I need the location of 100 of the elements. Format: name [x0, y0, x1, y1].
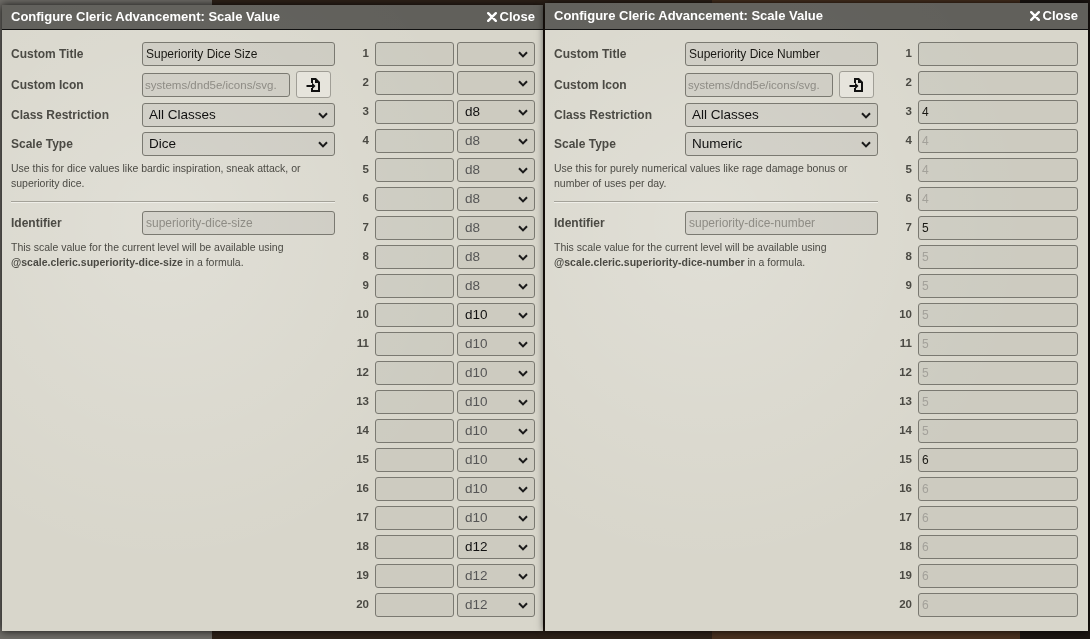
die-size-dropdown[interactable]: d10	[457, 303, 535, 327]
dice-count-field[interactable]	[375, 535, 454, 559]
chevron-down-icon	[518, 601, 528, 609]
field-label: Custom Icon	[11, 76, 85, 94]
value-field[interactable]	[918, 71, 1078, 95]
value-field[interactable]: 6	[918, 448, 1078, 472]
dice-count-field[interactable]	[375, 332, 454, 356]
level-number: 10	[355, 307, 369, 323]
file-picker-button[interactable]	[839, 71, 874, 98]
value-field[interactable]: 5	[918, 216, 1078, 240]
dice-count-field[interactable]	[375, 477, 454, 501]
close-icon	[1029, 11, 1040, 21]
die-size-dropdown[interactable]: d10	[457, 477, 535, 501]
level-number: 9	[904, 278, 912, 294]
level-number: 12	[898, 365, 912, 381]
close-icon	[486, 12, 497, 22]
hint-text: This scale value for the current level will be available using @scale.cleric.superiority-dice-number in a formula.	[554, 240, 828, 270]
level-number: 4	[361, 133, 369, 149]
field-label: Custom Icon	[554, 76, 628, 94]
die-size-dropdown[interactable]	[457, 42, 535, 66]
dice-count-field[interactable]	[375, 187, 454, 211]
die-size-dropdown[interactable]: d8	[457, 245, 535, 269]
scale-type-dropdown[interactable]: Dice	[142, 132, 335, 156]
die-size-dropdown[interactable]: d10	[457, 390, 535, 414]
chevron-down-icon	[518, 108, 528, 116]
die-size-dropdown[interactable]: d10	[457, 361, 535, 385]
chevron-down-icon	[518, 485, 528, 493]
die-size-dropdown[interactable]: d8	[457, 129, 535, 153]
field-label: Custom Title	[554, 46, 628, 63]
level-number: 8	[904, 249, 912, 265]
die-size-dropdown[interactable]: d10	[457, 332, 535, 356]
level-number: 5	[904, 162, 912, 178]
dice-count-field[interactable]	[375, 593, 454, 617]
value-field[interactable]: 4	[918, 100, 1078, 124]
file-arrow-icon	[849, 76, 864, 93]
level-number: 2	[361, 75, 369, 91]
chevron-down-icon	[318, 140, 328, 148]
custom-title-field[interactable]: Superiority Dice Number	[685, 42, 878, 66]
chevron-down-icon	[518, 311, 528, 319]
level-number: 13	[898, 394, 912, 410]
level-number: 11	[898, 336, 912, 352]
die-size-dropdown[interactable]: d8	[457, 216, 535, 240]
dice-count-field[interactable]	[375, 361, 454, 385]
die-size-dropdown[interactable]: d12	[457, 535, 535, 559]
hint-text: Use this for purely numerical values like rage damage bonus or number of uses per day.	[554, 161, 849, 191]
identifier-field[interactable]: superiority-dice-size	[142, 211, 335, 235]
custom-title-field[interactable]: Superiority Dice Size	[142, 42, 335, 66]
chevron-down-icon	[518, 282, 528, 290]
class-restriction-dropdown[interactable]: All Classes	[142, 103, 335, 127]
die-size-dropdown[interactable]: d8	[457, 274, 535, 298]
dice-count-field[interactable]	[375, 448, 454, 472]
level-number: 6	[361, 191, 369, 207]
chevron-down-icon	[518, 224, 528, 232]
dice-count-field[interactable]	[375, 506, 454, 530]
close-button[interactable]: Close	[1029, 8, 1078, 24]
dice-count-field[interactable]	[375, 129, 454, 153]
level-number: 19	[355, 568, 369, 584]
custom-icon-field[interactable]: systems/dnd5e/icons/svg.	[142, 72, 290, 97]
file-picker-button[interactable]	[296, 71, 331, 98]
dice-count-field[interactable]	[375, 158, 454, 182]
level-number: 15	[355, 452, 369, 468]
field-label: Class Restriction	[554, 107, 654, 124]
dice-count-field[interactable]	[375, 564, 454, 588]
close-button[interactable]: Close	[486, 9, 535, 25]
level-number: 17	[355, 510, 369, 526]
scale-type-dropdown[interactable]: Numeric	[685, 132, 878, 156]
level-number: 12	[355, 365, 369, 381]
chevron-down-icon	[861, 111, 871, 119]
level-number: 17	[898, 510, 912, 526]
die-size-dropdown[interactable]: d10	[457, 419, 535, 443]
level-number: 4	[904, 133, 912, 149]
class-restriction-dropdown[interactable]: All Classes	[685, 103, 878, 127]
die-size-dropdown[interactable]: d8	[457, 187, 535, 211]
dice-count-field[interactable]	[375, 100, 454, 124]
die-size-dropdown[interactable]: d10	[457, 506, 535, 530]
field-label: Scale Type	[11, 136, 74, 153]
dice-count-field[interactable]	[375, 303, 454, 327]
die-size-dropdown[interactable]: d8	[457, 100, 535, 124]
dice-count-field[interactable]	[375, 245, 454, 269]
level-number: 16	[898, 481, 912, 497]
level-number: 7	[904, 220, 912, 236]
die-size-dropdown[interactable]: d12	[457, 564, 535, 588]
dice-count-field[interactable]	[375, 42, 454, 66]
die-size-dropdown[interactable]: d8	[457, 158, 535, 182]
level-number: 2	[904, 75, 912, 91]
dice-count-field[interactable]	[375, 274, 454, 298]
die-size-dropdown[interactable]: d10	[457, 448, 535, 472]
level-number: 6	[904, 191, 912, 207]
die-size-dropdown[interactable]: d12	[457, 593, 535, 617]
dice-count-field[interactable]	[375, 71, 454, 95]
hint-text: Use this for dice values like bardic inspiration, sneak attack, or superiority dice.	[11, 161, 302, 191]
chevron-down-icon	[518, 166, 528, 174]
value-field[interactable]	[918, 42, 1078, 66]
identifier-field[interactable]: superiority-dice-number	[685, 211, 878, 235]
dice-count-field[interactable]	[375, 419, 454, 443]
dice-count-field[interactable]	[375, 216, 454, 240]
chevron-down-icon	[518, 50, 528, 58]
die-size-dropdown[interactable]	[457, 71, 535, 95]
dice-count-field[interactable]	[375, 390, 454, 414]
custom-icon-field[interactable]: systems/dnd5e/icons/svg.	[685, 72, 833, 97]
